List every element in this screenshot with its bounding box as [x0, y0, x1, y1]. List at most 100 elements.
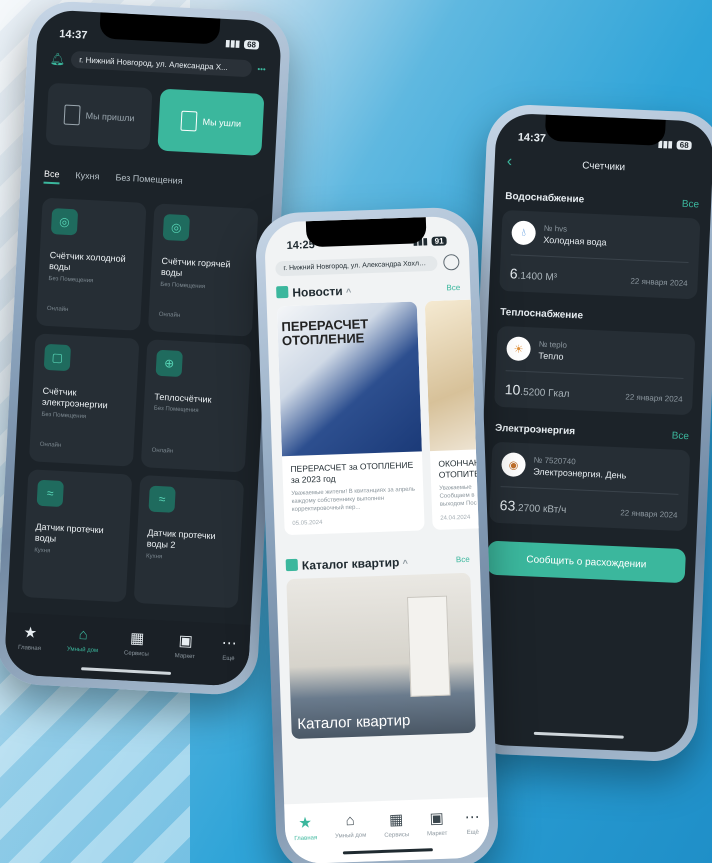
device-tile[interactable]: ◎ Счётчик холодной воды Без Помещения Он…: [36, 197, 147, 331]
nav-label: Умный дом: [334, 832, 367, 840]
news-screen: 14:25 ▮▮▮ 91 г. Нижний Новгород, ул. Але…: [263, 215, 491, 863]
bag-icon: ▣: [429, 809, 445, 828]
tab-no-room[interactable]: Без Помещения: [115, 172, 183, 190]
device-name: Датчик протечки воды 2: [146, 527, 216, 551]
show-all-link[interactable]: Все: [682, 199, 700, 211]
news-show-all[interactable]: Все: [446, 282, 460, 291]
meter-value: 10.5200 Гкал: [504, 381, 569, 400]
device-room: Без Помещения: [153, 405, 199, 415]
nav-market[interactable]: ▣ Маркет: [173, 631, 196, 684]
news-card-date: 24.04.2024: [440, 514, 471, 522]
electricity-icon: ◉: [501, 452, 527, 478]
device-tile[interactable]: ◎ Счётчик горячей воды Без Помещения Онл…: [147, 203, 259, 337]
grid-icon: ▦: [129, 629, 145, 648]
leave-button[interactable]: Мы ушли: [157, 88, 265, 156]
show-all-link[interactable]: Все: [671, 430, 689, 442]
back-icon[interactable]: ‹: [506, 153, 527, 172]
catalog-caption: Каталог квартир: [297, 711, 411, 733]
door-illustration: [406, 595, 451, 697]
device-status: Онлайн: [39, 441, 62, 449]
device-status: Онлайн: [158, 311, 181, 319]
door-out-icon: [180, 110, 198, 132]
nav-services[interactable]: ▦ Сервисы: [383, 810, 410, 861]
catalog-title: Каталог квартир: [301, 554, 400, 573]
chevron-up-icon[interactable]: ^: [402, 558, 408, 568]
news-card[interactable]: ОКОНЧАН ОТОПИТЕ Уважаемые Сообщаем в вых…: [424, 299, 491, 530]
nav-label: Сервисы: [384, 832, 410, 839]
news-card[interactable]: ПЕРЕРАСЧЕТ ОТОПЛЕНИЕ ПЕРЕРАСЧЕТ за ОТОПЛ…: [276, 301, 425, 535]
news-card-date: 05.05.2024: [292, 519, 323, 527]
nav-label: Сервисы: [123, 650, 149, 658]
news-body: ОКОНЧАН ОТОПИТЕ Уважаемые Сообщаем в вых…: [430, 449, 490, 530]
tab-kitchen[interactable]: Кухня: [75, 170, 100, 186]
device-tile[interactable]: ▢ Счётчик электроэнергии Без Помещения О…: [28, 333, 140, 467]
leave-label: Мы ушли: [202, 116, 242, 129]
more-icon: ⋯: [464, 808, 481, 827]
meter-card[interactable]: ◉ № 7520740 Электроэнергия. День 63.2700…: [488, 441, 691, 532]
report-discrepancy-button[interactable]: Сообщить о расхождении: [486, 540, 687, 584]
door-in-icon: [63, 104, 81, 126]
meter-icon: ◎: [50, 208, 79, 236]
meter-card[interactable]: 💧︎ № hvs Холодная вода 6.1400 М³ 22 янва…: [499, 209, 701, 300]
news-carousel: ПЕРЕРАСЧЕТ ОТОПЛЕНИЕ ПЕРЕРАСЧЕТ за ОТОПЛ…: [267, 299, 491, 536]
smart-home-screen: 14:37 ▮▮▮ 68 🔔︎ г. Нижний Новгород, ул. …: [3, 9, 283, 687]
device-room: Без Помещения: [41, 411, 87, 420]
catalog-banner[interactable]: Каталог квартир: [286, 572, 476, 739]
news-image-text: ПЕРЕРАСЧЕТ ОТОПЛЕНИЕ: [281, 316, 369, 349]
device-tile[interactable]: ≈ Датчик протечки воды 2 Кухня: [133, 475, 245, 609]
nav-services[interactable]: ▦ Сервисы: [123, 628, 151, 681]
device-status: Онлайн: [151, 447, 174, 455]
grid-icon: ▦: [388, 811, 404, 829]
meter-name: Холодная вода: [543, 234, 607, 247]
news-card-text: Уважаемые жители! В квитанциях за апрель…: [291, 486, 416, 513]
meter-name: Тепло: [538, 350, 564, 362]
nav-label: Ещё: [466, 829, 480, 837]
leak-sensor-icon: ≈: [36, 479, 64, 508]
group-title: Теплоснабжение: [499, 306, 584, 322]
device-tile[interactable]: ⊕ Теплосчётчик Без Помещения Онлайн: [140, 339, 252, 473]
profile-avatar-icon[interactable]: [443, 253, 460, 271]
meter-value: 6.1400 М³: [510, 265, 558, 283]
news-card-text: Уважаемые Сообщаем в выходом Пос: [439, 484, 477, 508]
device-tile[interactable]: ≈ Датчик протечки воды Кухня: [21, 469, 133, 603]
nav-smart-home[interactable]: ⌂ Умный дом: [65, 625, 99, 679]
status-icons: ▮▮▮ 68: [658, 138, 692, 150]
news-image: [424, 299, 490, 452]
electric-meter-icon: ▢: [43, 343, 72, 372]
device-name: Счётчик горячей воды: [160, 255, 231, 279]
value-frac: .1400 М³: [517, 270, 558, 284]
more-icon: ⋯: [221, 634, 238, 653]
catalog-show-all[interactable]: Все: [456, 555, 470, 564]
battery-icon: 68: [676, 139, 692, 150]
nav-home[interactable]: ★ Главная: [17, 623, 43, 676]
sun-icon: ☀: [506, 336, 532, 362]
meter-card[interactable]: ☀ № teplo Тепло 10.5200 Гкал 22 января 2…: [494, 325, 696, 416]
nav-market[interactable]: ▣ Маркет: [426, 809, 448, 860]
address-selector[interactable]: г. Нижний Новгород, ул. Александра Хохло…: [275, 255, 438, 276]
address-selector[interactable]: г. Нижний Новгород, ул. Александра Х...: [70, 50, 252, 78]
device-room: Без Помещения: [160, 281, 206, 290]
star-icon: ★: [23, 624, 38, 642]
device-name: Счётчик электроэнергии: [41, 385, 108, 411]
nav-label: Маркет: [174, 653, 196, 661]
nav-home[interactable]: ★ Главная: [293, 813, 318, 863]
nav-more[interactable]: ⋯ Ещё: [464, 808, 481, 858]
more-icon[interactable]: •••: [257, 65, 266, 74]
chevron-up-icon[interactable]: ^: [346, 287, 352, 297]
meter-value: 63.2700 кВт/ч: [499, 497, 566, 516]
nav-more[interactable]: ⋯ Ещё: [219, 634, 237, 687]
tab-all[interactable]: Все: [43, 168, 60, 185]
house-icon: ⌂: [78, 626, 89, 644]
device-room: Кухня: [34, 547, 51, 554]
meters-phone: 14:37 ▮▮▮ 68 ‹ Счетчики Водоснабжение Вс…: [459, 103, 712, 763]
bell-icon[interactable]: 🔔︎: [50, 51, 66, 66]
battery-icon: 68: [243, 39, 260, 50]
meter-number: № hvs: [543, 223, 568, 234]
arrive-button[interactable]: Мы пришли: [45, 82, 153, 151]
device-grid: ◎ Счётчик холодной воды Без Помещения Он…: [7, 189, 272, 617]
home-indicator: [533, 731, 624, 739]
value-frac: .2700 кВт/ч: [514, 502, 567, 516]
arrive-label: Мы пришли: [85, 110, 135, 124]
news-title: Новости: [292, 284, 343, 300]
nav-smart-home[interactable]: ⌂ Умный дом: [334, 812, 367, 863]
